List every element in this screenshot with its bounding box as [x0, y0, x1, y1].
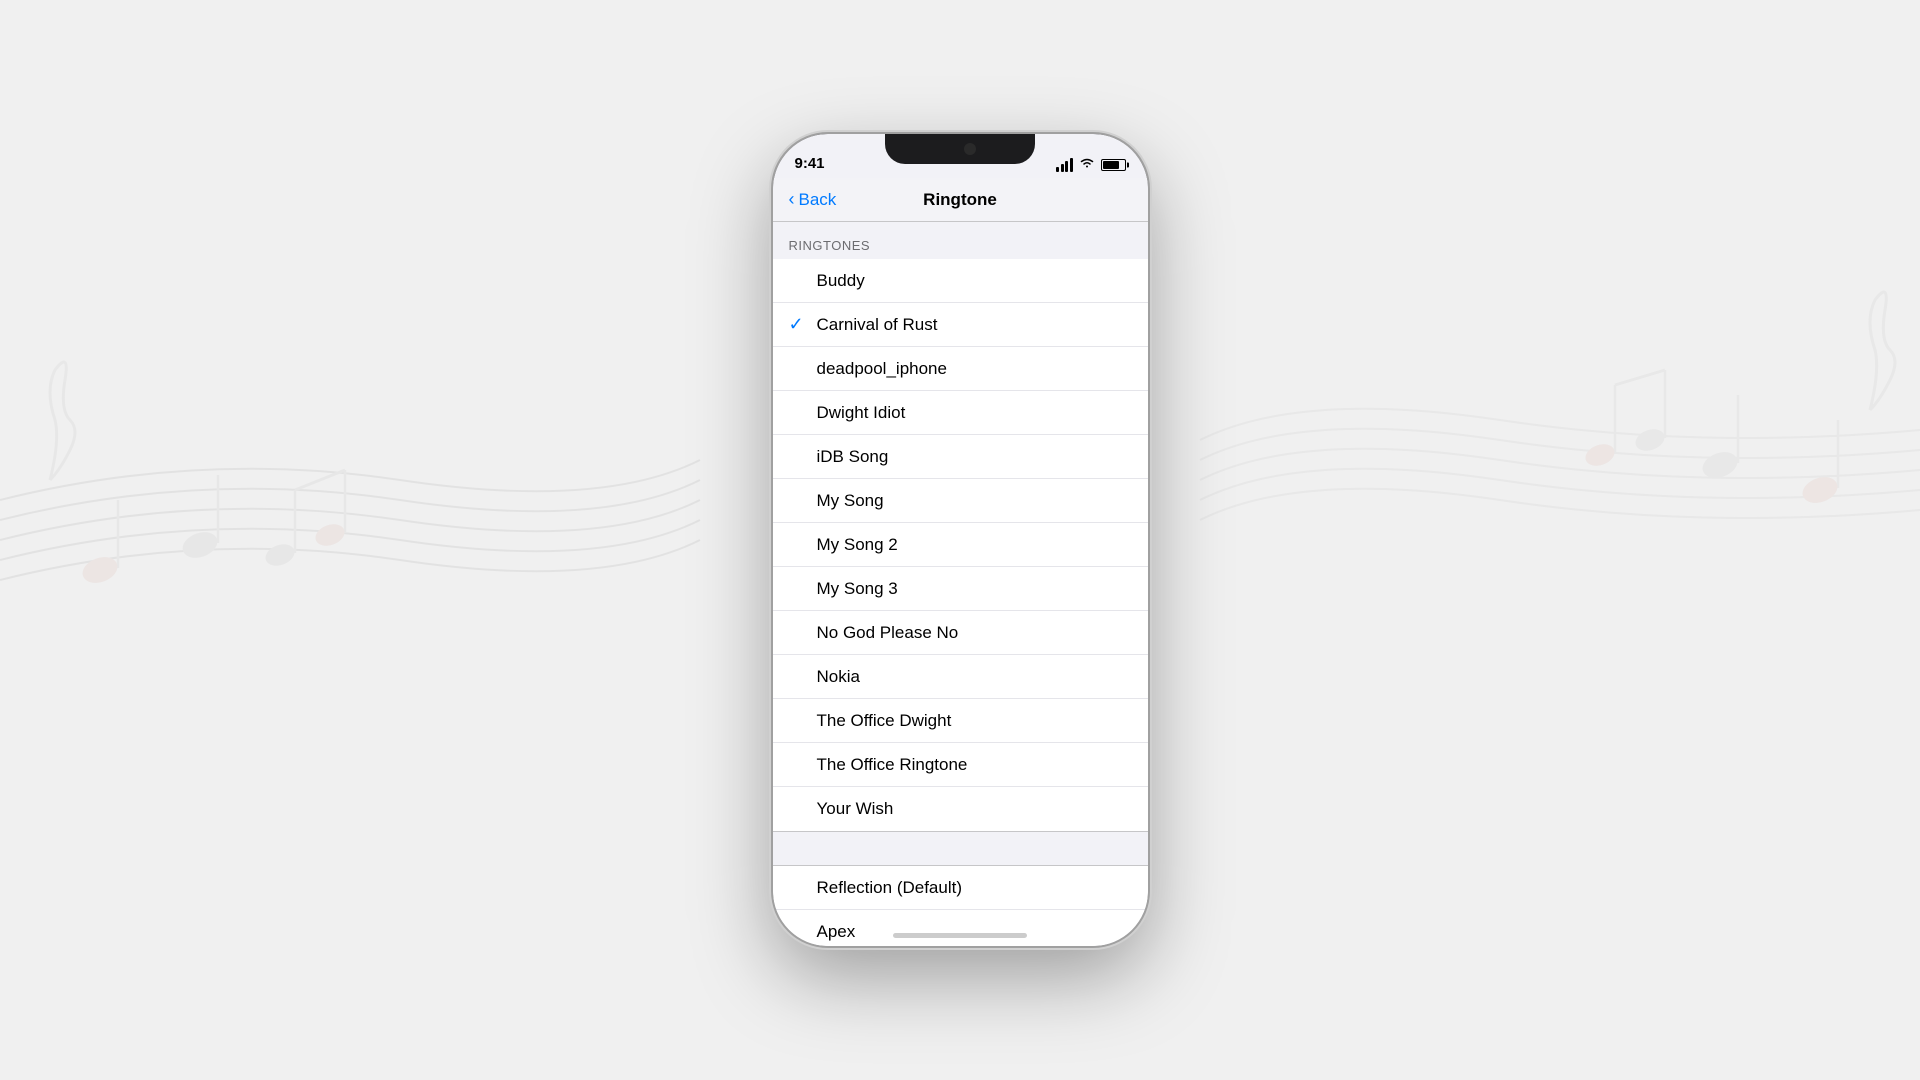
- back-chevron-icon: ‹: [789, 190, 795, 208]
- ringtone-label: deadpool_iphone: [817, 348, 1132, 390]
- battery-icon: [1101, 159, 1126, 171]
- ringtone-label: Dwight Idiot: [817, 392, 1132, 434]
- notch: [885, 134, 1035, 164]
- signal-bars-icon: [1056, 158, 1073, 172]
- back-button[interactable]: ‹ Back: [789, 190, 837, 210]
- screen: 9:41: [773, 134, 1148, 946]
- list-item[interactable]: No God Please No: [773, 611, 1148, 655]
- list-item[interactable]: The Office Ringtone: [773, 743, 1148, 787]
- list-item[interactable]: Buddy: [773, 259, 1148, 303]
- section-divider: [773, 831, 1148, 866]
- ringtone-label: Apex: [817, 911, 1132, 947]
- list-item[interactable]: The Office Dwight: [773, 699, 1148, 743]
- ringtone-label: The Office Dwight: [817, 700, 1132, 742]
- ringtone-label: My Song: [817, 480, 1132, 522]
- ringtone-label: iDB Song: [817, 436, 1132, 478]
- content-area[interactable]: RINGTONES Buddy ✓ Carnival of Rust deadp…: [773, 222, 1148, 946]
- list-item[interactable]: Your Wish: [773, 787, 1148, 831]
- ringtone-label: Nokia: [817, 656, 1132, 698]
- camera-dot: [964, 143, 976, 155]
- ringtone-label: Buddy: [817, 260, 1132, 302]
- list-item[interactable]: My Song 3: [773, 567, 1148, 611]
- nav-bar: ‹ Back Ringtone: [773, 178, 1148, 222]
- phone-frame: 9:41: [773, 134, 1148, 946]
- list-item[interactable]: Reflection (Default): [773, 866, 1148, 910]
- ringtone-label: No God Please No: [817, 612, 1132, 654]
- checkmark-icon: ✓: [789, 314, 813, 335]
- list-item[interactable]: Apex: [773, 910, 1148, 946]
- battery-fill: [1103, 161, 1120, 169]
- status-time: 9:41: [795, 155, 825, 172]
- section-header-ringtones: RINGTONES: [773, 222, 1148, 259]
- ringtone-label: Carnival of Rust: [817, 304, 1132, 346]
- ringtone-label: Reflection (Default): [817, 867, 1132, 909]
- page-title: Ringtone: [923, 190, 997, 210]
- list-item[interactable]: Nokia: [773, 655, 1148, 699]
- back-label: Back: [799, 190, 837, 210]
- list-item[interactable]: My Song 2: [773, 523, 1148, 567]
- ringtone-label: My Song 3: [817, 568, 1132, 610]
- list-item[interactable]: deadpool_iphone: [773, 347, 1148, 391]
- home-indicator: [893, 933, 1027, 938]
- list-item[interactable]: Dwight Idiot: [773, 391, 1148, 435]
- status-icons: [1056, 157, 1126, 172]
- wifi-icon: [1079, 157, 1095, 172]
- ringtone-label: The Office Ringtone: [817, 744, 1132, 786]
- list-item[interactable]: My Song: [773, 479, 1148, 523]
- ringtone-label: Your Wish: [817, 788, 1132, 830]
- list-item[interactable]: iDB Song: [773, 435, 1148, 479]
- ringtone-label: My Song 2: [817, 524, 1132, 566]
- custom-ringtones-list: Buddy ✓ Carnival of Rust deadpool_iphone…: [773, 259, 1148, 831]
- list-item[interactable]: ✓ Carnival of Rust: [773, 303, 1148, 347]
